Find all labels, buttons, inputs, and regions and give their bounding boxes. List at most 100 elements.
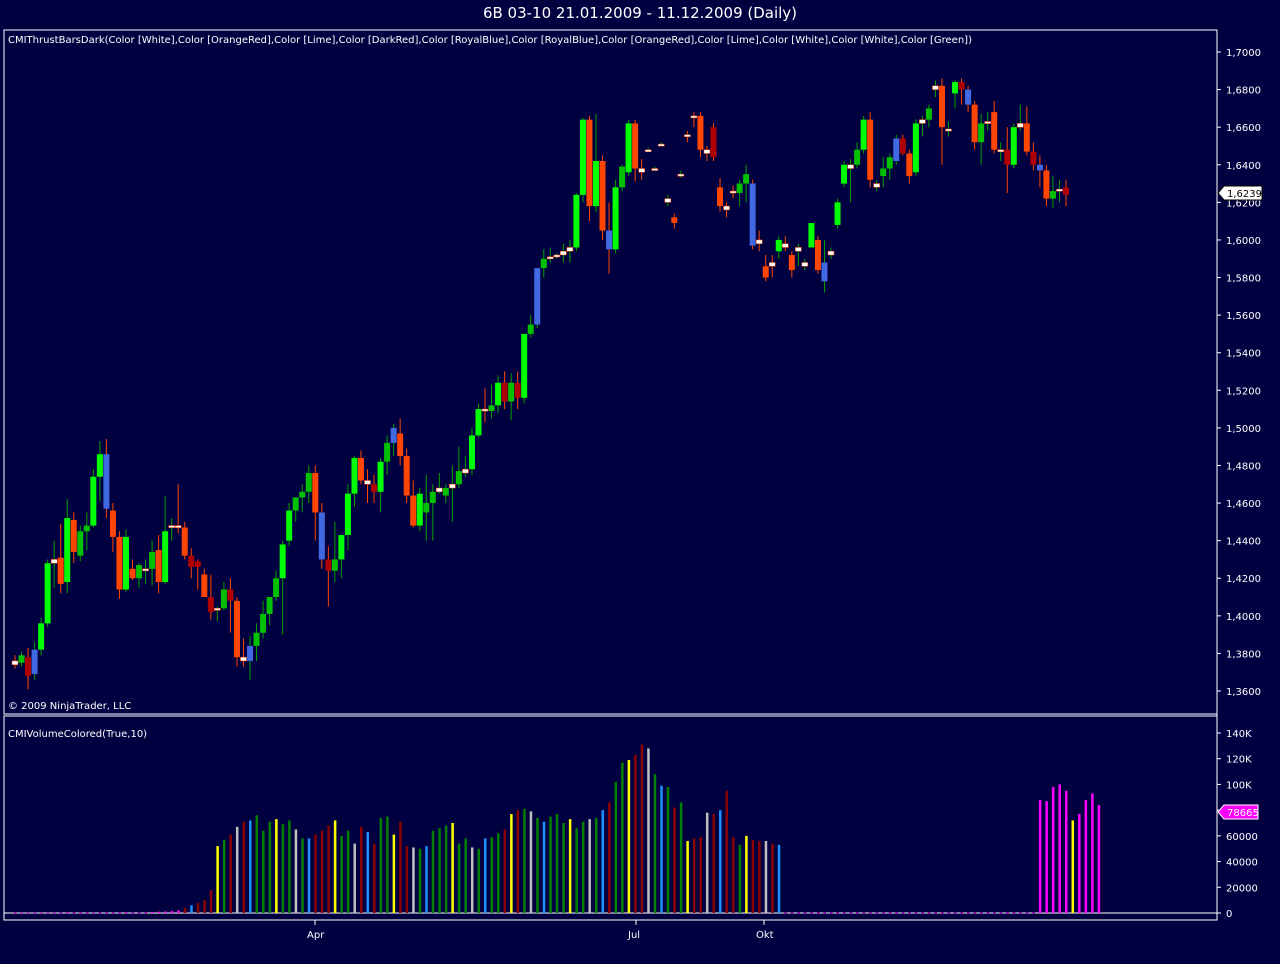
candle-body bbox=[547, 256, 554, 260]
candle-body bbox=[344, 493, 351, 536]
volume-bar bbox=[653, 774, 657, 913]
volume-bar bbox=[888, 912, 892, 914]
candle-body bbox=[266, 597, 273, 614]
candle-body bbox=[873, 183, 880, 188]
volume-bar bbox=[927, 912, 931, 914]
volume-bar bbox=[177, 910, 180, 913]
volume-bar bbox=[529, 811, 533, 913]
volume-bar bbox=[660, 785, 663, 913]
candle-body bbox=[710, 127, 717, 158]
candle-body bbox=[11, 660, 19, 665]
price-indicator-label: CMIThrustBarsDark(Color [White],Color [O… bbox=[8, 35, 972, 46]
candle-body bbox=[331, 559, 338, 571]
candle-body bbox=[429, 491, 436, 504]
volume-bar bbox=[536, 817, 539, 913]
volume-bar bbox=[320, 830, 324, 913]
price-axis: 1,70001,68001,66001,64001,62001,60001,58… bbox=[1217, 48, 1261, 698]
volume-bar bbox=[1051, 787, 1055, 913]
volume-bar bbox=[581, 821, 585, 913]
candle-body bbox=[70, 519, 77, 552]
volume-bar bbox=[895, 912, 898, 914]
candle-body bbox=[1056, 188, 1063, 192]
candle-body bbox=[455, 471, 462, 485]
volume-bar bbox=[98, 912, 102, 914]
candle-body bbox=[906, 153, 913, 177]
candle-body bbox=[925, 108, 932, 120]
candle-body bbox=[390, 427, 397, 443]
volume-bar bbox=[751, 839, 755, 913]
volume-bar bbox=[333, 820, 337, 913]
candle-body bbox=[625, 123, 632, 173]
volume-bar bbox=[72, 912, 76, 914]
candle-body bbox=[462, 468, 469, 474]
candle-body bbox=[253, 632, 260, 646]
price-tick-label: 1,5400 bbox=[1226, 349, 1261, 360]
candle-body bbox=[299, 491, 306, 498]
price-tick-label: 1,3800 bbox=[1226, 649, 1261, 660]
candle-body bbox=[397, 433, 404, 457]
volume-bar bbox=[829, 912, 833, 914]
volume-bar bbox=[444, 825, 448, 913]
candle-body bbox=[273, 578, 280, 598]
volume-bar bbox=[151, 911, 154, 913]
volume-tick-label: 0 bbox=[1226, 909, 1232, 920]
volume-tick-label: 100K bbox=[1226, 780, 1252, 791]
price-tick-label: 1,3600 bbox=[1226, 687, 1261, 698]
volume-bar bbox=[934, 912, 937, 914]
candle-body bbox=[357, 457, 364, 481]
candle-body bbox=[305, 472, 312, 492]
candle-body bbox=[136, 565, 143, 579]
volume-bar bbox=[431, 830, 435, 913]
price-panel-frame bbox=[3, 29, 1218, 715]
candle-body bbox=[632, 123, 639, 169]
volume-bar bbox=[294, 829, 298, 913]
volume-bar bbox=[849, 912, 853, 914]
candle-body bbox=[899, 138, 906, 154]
volume-bar bbox=[856, 912, 859, 914]
volume-bar bbox=[980, 912, 983, 914]
volume-bar bbox=[235, 826, 239, 913]
volume-bar bbox=[1045, 801, 1048, 913]
volume-bar bbox=[288, 820, 291, 913]
candle-body bbox=[671, 217, 678, 224]
volume-bar bbox=[190, 905, 193, 913]
volume-bar bbox=[470, 847, 474, 913]
candle-body bbox=[912, 123, 919, 173]
candle-body bbox=[188, 555, 195, 567]
volume-bar bbox=[438, 828, 441, 913]
volume-bar bbox=[790, 912, 794, 914]
volume-bar bbox=[1065, 790, 1068, 913]
volume-bar bbox=[1019, 912, 1022, 914]
volume-bar bbox=[640, 744, 644, 913]
volume-bar bbox=[373, 843, 376, 913]
candle-body bbox=[25, 657, 32, 676]
candle-body bbox=[351, 457, 358, 494]
candle-body bbox=[96, 454, 103, 477]
candle-body bbox=[488, 405, 495, 411]
volume-bar bbox=[1032, 912, 1035, 914]
candle-body bbox=[122, 536, 129, 590]
candle-body bbox=[233, 600, 240, 658]
price-tick-label: 1,7000 bbox=[1226, 48, 1261, 59]
price-tick-label: 1,4800 bbox=[1226, 461, 1261, 472]
candle-body bbox=[814, 239, 821, 271]
candle-body bbox=[31, 649, 38, 675]
candle-body bbox=[958, 82, 965, 90]
volume-bar bbox=[1078, 814, 1081, 913]
volume-bar bbox=[725, 790, 729, 913]
volume-bar bbox=[869, 912, 872, 914]
volume-bar bbox=[222, 839, 226, 913]
candle-body bbox=[592, 161, 599, 207]
volume-bar bbox=[327, 825, 330, 913]
volume-bar bbox=[692, 838, 696, 913]
chart-canvas[interactable]: CMIThrustBarsDark(Color [White],Color [O… bbox=[0, 0, 1280, 964]
volume-bar bbox=[464, 838, 467, 913]
candle-body bbox=[468, 435, 475, 470]
volume-bar bbox=[816, 912, 820, 914]
candle-body bbox=[371, 484, 378, 492]
candle-body bbox=[762, 266, 769, 278]
candle-body bbox=[991, 112, 998, 150]
volume-bar bbox=[457, 843, 461, 913]
volume-bar bbox=[947, 912, 950, 914]
volume-bar bbox=[85, 912, 89, 914]
